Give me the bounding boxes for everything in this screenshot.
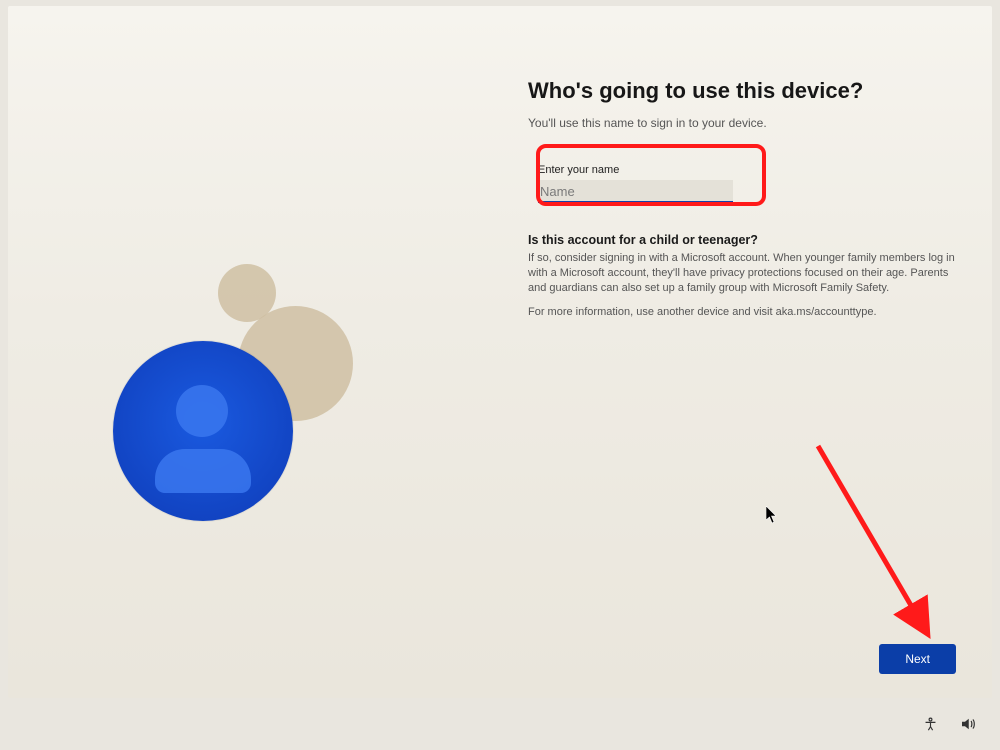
name-input[interactable] — [538, 180, 733, 203]
volume-icon[interactable] — [958, 714, 978, 734]
system-tray — [920, 714, 978, 734]
next-button[interactable]: Next — [879, 644, 956, 674]
user-avatar-icon — [113, 341, 293, 521]
oobe-panel: Who's going to use this device? You'll u… — [8, 6, 992, 698]
name-field-group: Enter your name — [528, 156, 743, 207]
page-title: Who's going to use this device? — [528, 78, 968, 104]
page-subtitle: You'll use this name to sign in to your … — [528, 116, 968, 130]
accessibility-icon[interactable] — [920, 714, 940, 734]
annotation-arrow — [808, 436, 958, 646]
child-account-more: For more information, use another device… — [528, 306, 968, 318]
setup-content: Who's going to use this device? You'll u… — [528, 78, 968, 318]
child-account-heading: Is this account for a child or teenager? — [528, 233, 968, 247]
mouse-cursor-icon — [766, 506, 778, 524]
child-account-body: If so, consider signing in with a Micros… — [528, 251, 958, 296]
name-field-label: Enter your name — [538, 164, 733, 176]
